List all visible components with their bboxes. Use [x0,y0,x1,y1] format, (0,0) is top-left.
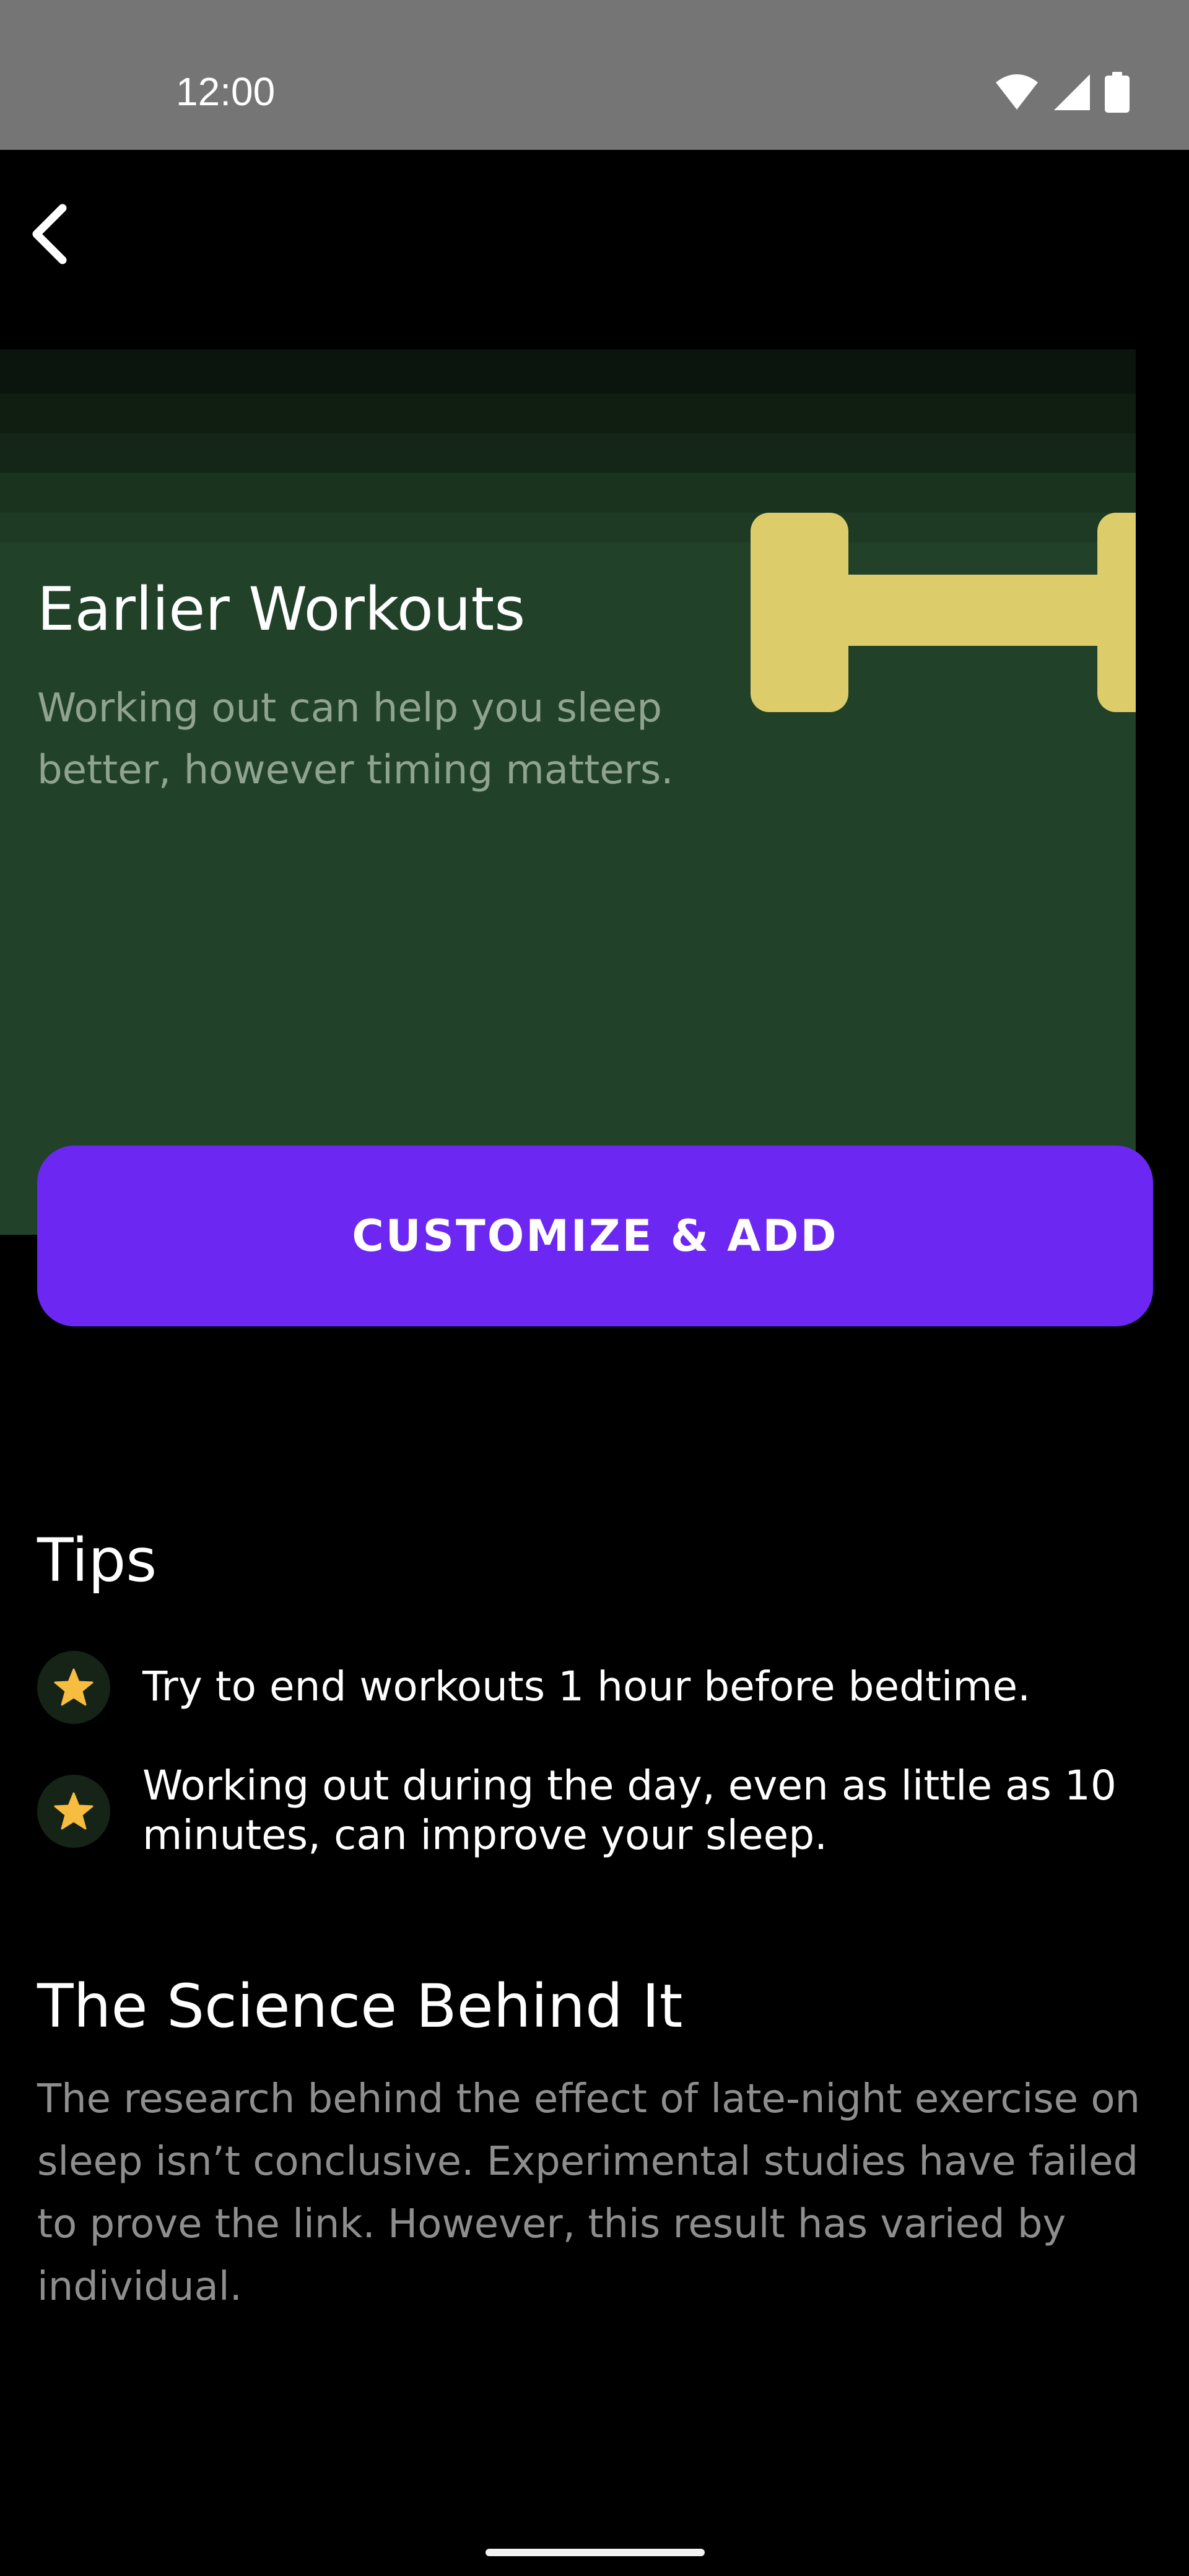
hero-band [0,433,1136,473]
tip-text: Try to end workouts 1 hour before bedtim… [142,1663,1031,1710]
hero-title: Earlier Workouts [37,575,526,644]
science-body: The research behind the effect of late-n… [37,2076,1141,2310]
star-icon [37,1775,110,1848]
hero-band [0,473,1136,513]
dumbbell-icon [751,513,1136,715]
home-indicator[interactable] [486,2549,705,2556]
chevron-left-icon [28,203,71,268]
hero-card: Earlier Workouts Working out can help yo… [0,349,1136,1235]
hero-description: Working out can help you sleep better, h… [37,685,674,793]
hero-band [0,394,1136,433]
tip-text: Working out during the day, even as litt… [142,1762,1117,1859]
star-icon [37,1651,110,1724]
signal-icon [1053,73,1091,114]
status-icons [995,72,1130,115]
customize-add-button[interactable]: CUSTOMIZE & ADD [37,1146,1153,1326]
status-bar: 12:00 [0,0,1189,150]
tip-item: Working out during the day, even as litt… [37,1759,1152,1870]
back-button[interactable] [19,198,81,272]
hero-band [0,349,1136,394]
battery-icon [1105,72,1130,115]
tips-heading: Tips [37,1526,157,1595]
status-time: 12:00 [176,69,276,114]
tip-item: Try to end workouts 1 hour before bedtim… [37,1647,1152,1728]
wifi-icon [995,74,1039,113]
science-heading: The Science Behind It [37,1972,683,2041]
